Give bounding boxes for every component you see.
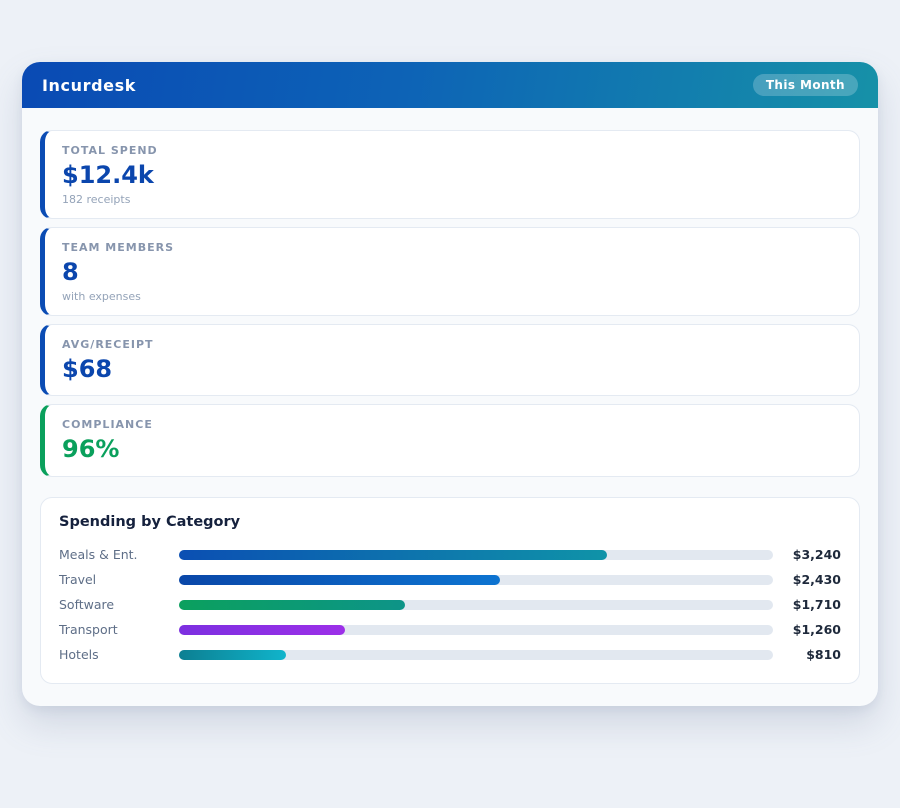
category-row-software: Software $1,710 [59, 592, 841, 617]
stat-card-total-spend: TOTAL SPEND $12.4k 182 receipts [40, 130, 860, 219]
bar-fill [179, 575, 500, 585]
category-label: Meals & Ent. [59, 547, 179, 562]
dashboard-panel: Incurdesk This Month TOTAL SPEND $12.4k … [22, 62, 878, 706]
category-label: Transport [59, 622, 179, 637]
category-row-transport: Transport $1,260 [59, 617, 841, 642]
stat-value: 96% [62, 435, 842, 464]
category-value: $1,710 [773, 597, 841, 612]
bar-track [179, 575, 773, 585]
category-value: $1,260 [773, 622, 841, 637]
app-header: Incurdesk This Month [22, 62, 878, 108]
stat-label: TEAM MEMBERS [62, 241, 842, 254]
stat-card-compliance: COMPLIANCE 96% [40, 404, 860, 477]
bar-track [179, 550, 773, 560]
category-label: Software [59, 597, 179, 612]
stat-label: TOTAL SPEND [62, 144, 842, 157]
category-value: $810 [773, 647, 841, 662]
stat-subtext: 182 receipts [62, 193, 842, 206]
stat-card-team-members: TEAM MEMBERS 8 with expenses [40, 227, 860, 316]
bar-fill [179, 600, 405, 610]
category-value: $2,430 [773, 572, 841, 587]
stat-label: AVG/RECEIPT [62, 338, 842, 351]
stat-value: 8 [62, 258, 842, 287]
spending-by-category-card: Spending by Category Meals & Ent. $3,240… [40, 497, 860, 684]
stat-value: $12.4k [62, 161, 842, 190]
stats-section: TOTAL SPEND $12.4k 182 receipts TEAM MEM… [22, 108, 878, 477]
bar-track [179, 625, 773, 635]
bar-fill [179, 625, 345, 635]
stat-subtext: with expenses [62, 290, 842, 303]
chart-title: Spending by Category [59, 514, 841, 530]
stat-value: $68 [62, 355, 842, 384]
category-label: Travel [59, 572, 179, 587]
category-row-travel: Travel $2,430 [59, 567, 841, 592]
period-badge[interactable]: This Month [753, 74, 858, 96]
bar-track [179, 600, 773, 610]
category-label: Hotels [59, 647, 179, 662]
category-row-hotels: Hotels $810 [59, 642, 841, 667]
stat-label: COMPLIANCE [62, 418, 842, 431]
bar-track [179, 650, 773, 660]
category-value: $3,240 [773, 547, 841, 562]
category-row-meals: Meals & Ent. $3,240 [59, 542, 841, 567]
bar-fill [179, 650, 286, 660]
bar-fill [179, 550, 607, 560]
stat-card-avg-receipt: AVG/RECEIPT $68 [40, 324, 860, 397]
app-title: Incurdesk [42, 76, 136, 95]
